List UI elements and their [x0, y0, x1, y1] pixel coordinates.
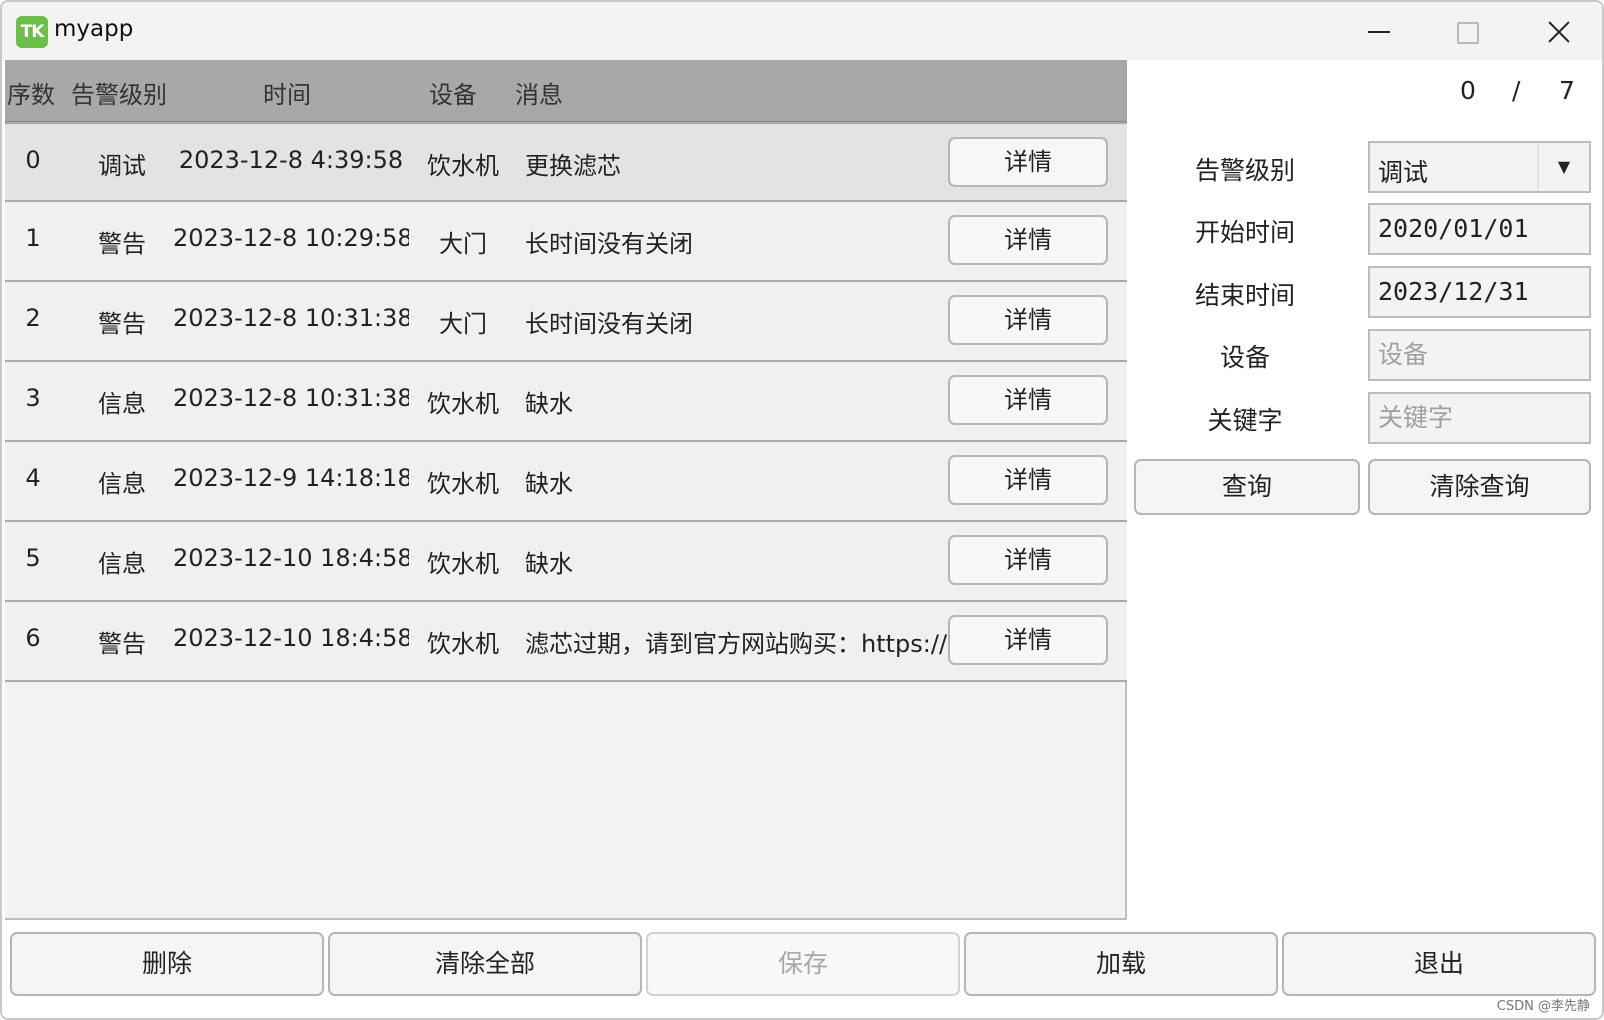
row-level: 调试	[98, 152, 146, 180]
watermark: CSDN @李先静	[1496, 999, 1590, 1014]
row-device: 饮水机	[427, 550, 499, 578]
header-index[interactable]: 序数	[7, 75, 55, 110]
row-device: 饮水机	[427, 470, 499, 498]
detail-button[interactable]: 详情	[948, 375, 1108, 425]
app-window: TK myapp 序数 告警级别 时间 设备 消息 0 调试 2023-12-8 4…	[0, 0, 1604, 1020]
window-title: myapp	[54, 16, 134, 42]
row-time: 2023-12-8 10:31:38	[173, 304, 409, 332]
table-row[interactable]: 4 信息 2023-12-9 14:18:18 饮水机 缺水 详情	[5, 442, 1127, 522]
row-device: 大门	[439, 310, 487, 338]
row-time: 2023-12-8 10:29:58	[173, 224, 409, 252]
query-button[interactable]: 查询	[1134, 459, 1360, 515]
table-row[interactable]: 1 警告 2023-12-8 10:29:58 大门 长时间没有关闭 详情	[5, 202, 1127, 282]
detail-button[interactable]: 详情	[948, 215, 1108, 265]
header-message[interactable]: 消息	[515, 75, 563, 110]
row-index: 5	[25, 544, 41, 572]
device-label: 设备	[1219, 343, 1270, 372]
row-message: 缺水	[525, 390, 573, 418]
row-level: 信息	[98, 550, 146, 578]
title-bar: TK myapp	[2, 2, 1602, 60]
table-row[interactable]: 2 警告 2023-12-8 10:31:38 大门 长时间没有关闭 详情	[5, 282, 1127, 362]
detail-button[interactable]: 详情	[948, 137, 1108, 187]
detail-button[interactable]: 详情	[948, 615, 1108, 665]
row-message: 滤芯过期，请到官方网站购买：https://	[525, 630, 948, 658]
clear-all-button[interactable]: 清除全部	[328, 932, 642, 996]
clear-query-button[interactable]: 清除查询	[1368, 459, 1591, 515]
pager-total: 7	[1559, 76, 1575, 105]
row-device: 饮水机	[427, 630, 499, 658]
keyword-field[interactable]: 关键字	[1368, 392, 1591, 444]
table-row[interactable]: 3 信息 2023-12-8 10:31:38 饮水机 缺水 详情	[5, 362, 1127, 442]
load-button[interactable]: 加载	[964, 932, 1278, 996]
row-message: 缺水	[525, 470, 573, 498]
row-device: 饮水机	[427, 390, 499, 418]
level-label: 告警级别	[1194, 156, 1295, 185]
table-row[interactable]: 6 警告 2023-12-10 18:4:58 饮水机 滤芯过期，请到官方网站购买：ht…	[5, 602, 1127, 682]
detail-button[interactable]: 详情	[948, 295, 1108, 345]
pager-current: 0	[1460, 76, 1476, 105]
row-time: 2023-12-10 18:4:58	[173, 624, 409, 652]
row-level: 警告	[98, 630, 146, 658]
start-time-field[interactable]: 2020/01/01	[1368, 203, 1591, 255]
delete-button[interactable]: 删除	[10, 932, 324, 996]
exit-button[interactable]: 退出	[1282, 932, 1596, 996]
close-icon[interactable]	[1512, 2, 1602, 60]
end-time-field[interactable]: 2023/12/31	[1368, 266, 1591, 318]
row-device: 大门	[439, 230, 487, 258]
row-time: 2023-12-9 14:18:18	[173, 464, 409, 492]
pager-separator: /	[1512, 76, 1521, 105]
row-message: 缺水	[525, 550, 573, 578]
end-time-label: 结束时间	[1194, 281, 1295, 310]
row-message: 长时间没有关闭	[525, 310, 693, 338]
table-body: 0 调试 2023-12-8 4:39:58 饮水机 更换滤芯 详情 1 警告 2023-12-…	[5, 122, 1127, 682]
app-logo-icon: TK	[16, 16, 48, 48]
row-index: 0	[25, 146, 41, 174]
keyword-label: 关键字	[1207, 406, 1283, 435]
header-time[interactable]: 时间	[263, 75, 311, 110]
header-device[interactable]: 设备	[429, 75, 477, 110]
row-index: 4	[25, 464, 41, 492]
level-select-value: 调试	[1378, 158, 1429, 187]
table-row[interactable]: 5 信息 2023-12-10 18:4:58 饮水机 缺水 详情	[5, 522, 1127, 602]
detail-button[interactable]: 详情	[948, 535, 1108, 585]
table-row[interactable]: 0 调试 2023-12-8 4:39:58 饮水机 更换滤芯 详情	[5, 122, 1127, 202]
detail-button[interactable]: 详情	[948, 455, 1108, 505]
alarm-table: 序数 告警级别 时间 设备 消息 0 调试 2023-12-8 4:39:58 饮水机…	[5, 60, 1127, 920]
row-time: 2023-12-8 10:31:38	[173, 384, 409, 412]
row-message: 更换滤芯	[525, 152, 621, 180]
maximize-icon[interactable]	[1420, 2, 1512, 60]
row-index: 6	[25, 624, 41, 652]
row-level: 信息	[98, 390, 146, 418]
row-message: 长时间没有关闭	[525, 230, 693, 258]
minimize-icon[interactable]	[1332, 2, 1424, 60]
level-select[interactable]: 调试 ▼	[1368, 141, 1591, 193]
row-level: 信息	[98, 470, 146, 498]
row-time: 2023-12-8 4:39:58	[178, 146, 404, 174]
start-time-label: 开始时间	[1194, 218, 1295, 247]
row-device: 饮水机	[427, 152, 499, 180]
row-index: 3	[25, 384, 41, 412]
device-field[interactable]: 设备	[1368, 329, 1591, 381]
row-level: 警告	[98, 230, 146, 258]
row-level: 警告	[98, 310, 146, 338]
row-index: 2	[25, 304, 41, 332]
table-header: 序数 告警级别 时间 设备 消息	[5, 60, 1127, 122]
header-level[interactable]: 告警级别	[71, 75, 167, 110]
row-time: 2023-12-10 18:4:58	[173, 544, 409, 572]
row-index: 1	[25, 224, 41, 252]
chevron-down-icon[interactable]: ▼	[1537, 143, 1589, 191]
save-button[interactable]: 保存	[646, 932, 960, 996]
